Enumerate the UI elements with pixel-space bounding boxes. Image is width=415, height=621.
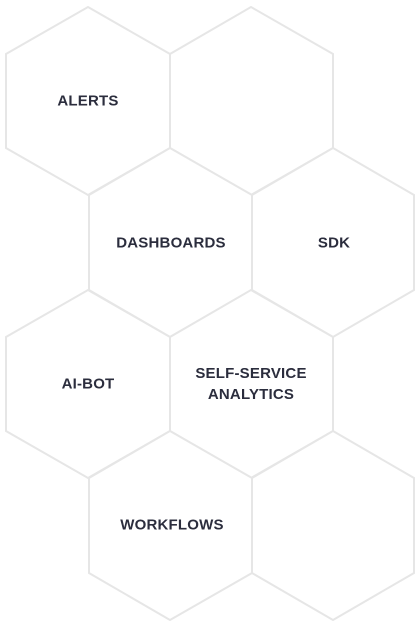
hexagon-label-ai-bot[interactable]: AI-BOT: [13, 374, 163, 395]
hexagon-label-alerts[interactable]: ALERTS: [13, 91, 163, 112]
hexagon-label-dashboards[interactable]: DASHBOARDS: [96, 233, 246, 254]
hexagon-label-self-service-analytics[interactable]: SELF-SERVICE ANALYTICS: [176, 363, 326, 405]
hexagon-feature-grid: ALERTS DASHBOARDS SDK AI-BOT SELF-SERVIC…: [0, 0, 415, 621]
hexagon-label-sdk[interactable]: SDK: [259, 233, 409, 254]
hexagon-label-workflows[interactable]: WORKFLOWS: [97, 515, 247, 536]
